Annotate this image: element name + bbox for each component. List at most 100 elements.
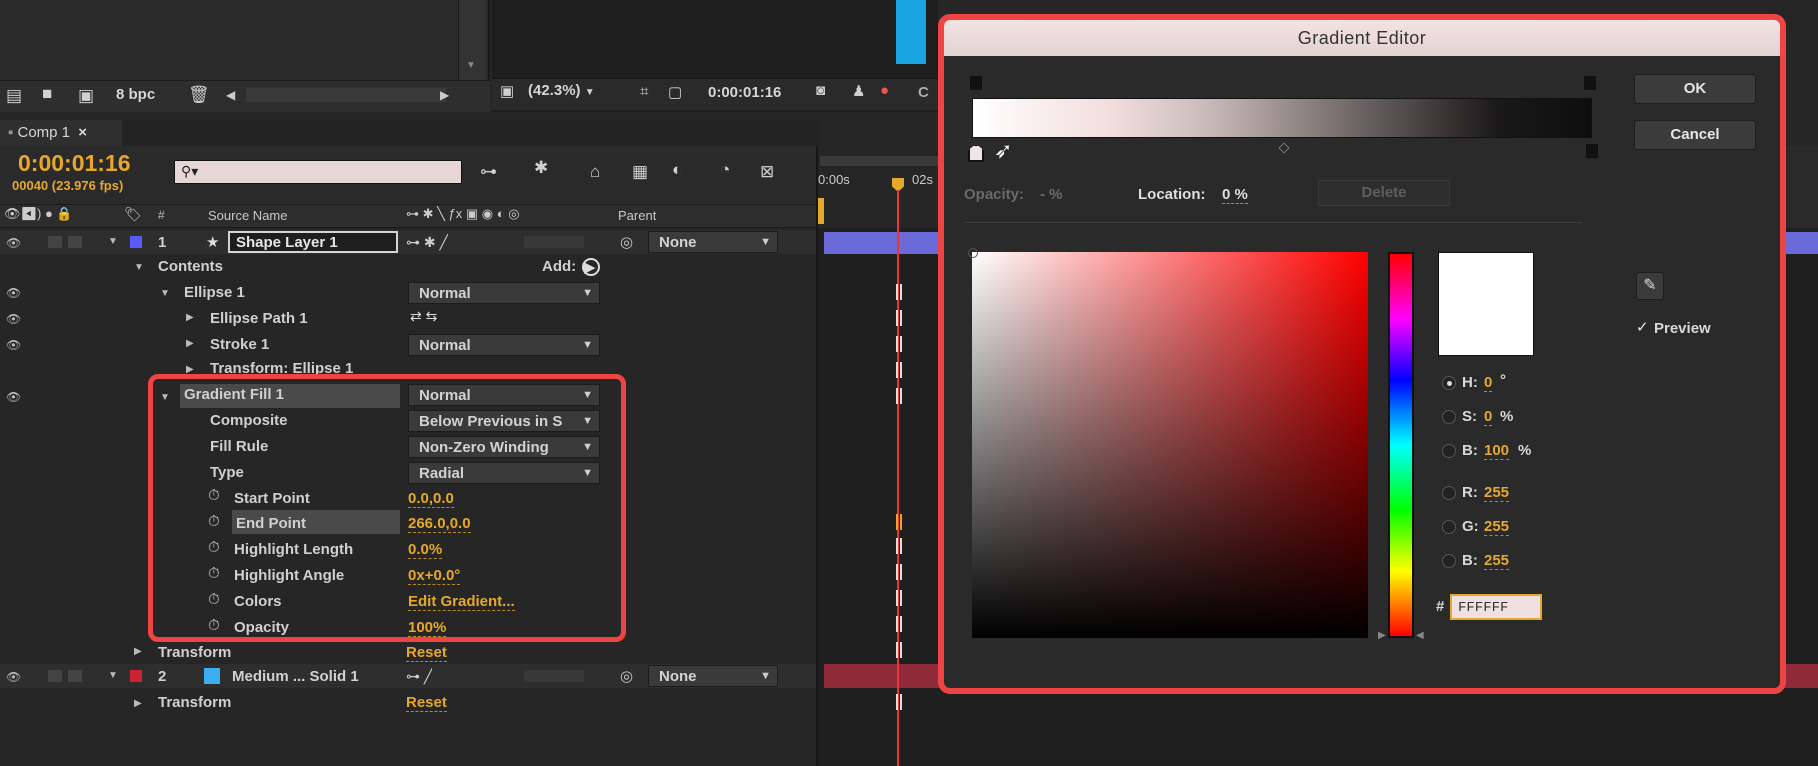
layer2-parent-dropdown[interactable]: None▼ (648, 665, 778, 687)
channel-icon[interactable]: ● (880, 82, 889, 99)
layer2-eye-icon[interactable]: 👁 (6, 670, 24, 682)
hue-slider[interactable] (1388, 252, 1414, 638)
transform2-expand-icon[interactable]: ▶ (134, 698, 142, 709)
radio-b[interactable] (1442, 444, 1456, 458)
ok-button[interactable]: OK (1634, 74, 1756, 104)
keyframe-marker[interactable] (896, 694, 902, 710)
hex-input[interactable]: FFFFFF (1450, 594, 1542, 620)
show-snapshot-icon[interactable]: ♟ (852, 82, 865, 100)
stroke-expand-icon[interactable]: ▶ (186, 338, 194, 349)
layer1-duration-bar[interactable] (824, 232, 944, 254)
shy-layers-icon[interactable]: ⌂ (590, 162, 600, 182)
hue-slider-arrow-right[interactable]: ◀ (1416, 630, 1424, 641)
pickwhip-icon[interactable]: ◎ (620, 233, 633, 251)
layer2-label-color[interactable] (130, 670, 142, 682)
path-direction-icons[interactable]: ⇄ ⇆ (410, 308, 437, 325)
b2-value[interactable]: 255 (1484, 552, 1509, 570)
layer1-parent-dropdown[interactable]: None▼ (648, 231, 778, 253)
keyframe-marker[interactable] (896, 538, 902, 554)
keyframe-marker[interactable] (896, 336, 902, 352)
solo-box[interactable] (48, 236, 62, 248)
scroll-left-icon[interactable]: ◀ (226, 88, 235, 102)
layer2-pickwhip-icon[interactable]: ◎ (620, 667, 633, 685)
lock-box[interactable] (68, 236, 82, 248)
opacity-stop-left[interactable] (970, 76, 982, 90)
radio-s[interactable] (1442, 410, 1456, 424)
interpret-footage-icon[interactable]: ▤ (6, 86, 22, 106)
layer1-duration-bar-right[interactable] (1786, 232, 1818, 254)
video-eye-icon[interactable]: 👁 (6, 236, 24, 248)
current-time[interactable]: 0:00:01:16 (18, 150, 131, 177)
ellipse1-blend-dropdown[interactable]: Normal▼ (408, 282, 600, 304)
cancel-button[interactable]: Cancel (1634, 120, 1756, 150)
keyframe-marker[interactable] (896, 616, 902, 632)
b-value[interactable]: 100 (1484, 442, 1509, 460)
motion-blur-icon[interactable]: ◐ (672, 160, 682, 180)
s-value[interactable]: 0 (1484, 408, 1492, 426)
tab-menu-icon[interactable]: ▪ (8, 124, 18, 141)
radio-b2[interactable] (1442, 554, 1456, 568)
scroll-right-icon[interactable]: ▶ (440, 88, 449, 102)
radio-r[interactable] (1442, 486, 1456, 500)
close-icon[interactable]: × (78, 124, 87, 141)
scroll-down-arrow[interactable]: ▼ (466, 60, 476, 71)
color-field-picker-circle[interactable] (968, 248, 978, 258)
keyframe-marker[interactable] (896, 564, 902, 580)
layer1-expand-icon[interactable]: ▼ (108, 236, 118, 247)
keyframe-marker[interactable] (896, 284, 902, 300)
stroke1-blend-dropdown[interactable]: Normal▼ (408, 334, 600, 356)
comp-mini-flowchart-icon[interactable]: ⊶ (480, 162, 497, 182)
transform-expand-icon[interactable]: ▶ (134, 646, 142, 657)
midpoint-diamond[interactable] (1278, 142, 1289, 153)
always-preview-icon[interactable]: ▣ (500, 82, 514, 100)
transform-reset-link[interactable]: Reset (406, 644, 447, 662)
region-of-interest-icon[interactable]: ⌗ (640, 83, 648, 100)
snapshot-icon[interactable]: ◙ (816, 82, 825, 99)
layer1-switch-boxes[interactable] (524, 236, 584, 248)
delete-button[interactable]: Delete (1318, 180, 1450, 206)
layer1-name-field[interactable]: Shape Layer 1 (228, 231, 398, 253)
zoom-dropdown[interactable]: (42.3%) ▼ (528, 82, 595, 99)
preview-label[interactable]: Preview (1654, 320, 1711, 337)
opacity-stop-right[interactable] (1584, 76, 1596, 90)
color-stop-left-selected[interactable] (968, 144, 984, 162)
layer2-solo-box[interactable] (48, 670, 62, 682)
g-value[interactable]: 255 (1484, 518, 1509, 536)
layer2-expand-icon[interactable]: ▼ (108, 670, 118, 681)
layer1-label-color[interactable] (130, 236, 142, 248)
draft-3d-icon[interactable]: ✱ (534, 158, 548, 178)
current-time-indicator-line[interactable] (897, 190, 899, 766)
gradient-ramp[interactable] (972, 98, 1592, 138)
h-value[interactable]: 0 (1484, 374, 1492, 392)
keyframe-marker[interactable] (896, 388, 902, 404)
layer2-switches-icons[interactable]: ⊶ ╱ (406, 668, 432, 685)
trash-icon[interactable]: 🗑 (188, 85, 210, 105)
color-stop-right[interactable] (1586, 144, 1598, 158)
contents-expand-icon[interactable]: ▼ (134, 262, 144, 273)
brainstorm-icon[interactable]: ⊠ (760, 162, 774, 182)
r-value[interactable]: 255 (1484, 484, 1509, 502)
saturation-brightness-field[interactable] (972, 252, 1368, 638)
radio-g[interactable] (1442, 520, 1456, 534)
search-input[interactable]: ⚲▾ (174, 160, 462, 184)
hue-slider-arrow-left[interactable]: ▶ (1378, 630, 1386, 641)
stroke-eye-icon[interactable]: 👁 (6, 338, 24, 350)
keyframe-marker-active[interactable] (896, 514, 902, 530)
gradient-fill-eye-icon[interactable]: 👁 (6, 390, 24, 402)
viewer-timecode[interactable]: 0:00:01:16 (708, 84, 781, 101)
new-folder-icon[interactable]: ■ (42, 84, 52, 104)
new-comp-icon[interactable]: ▣ (78, 86, 94, 106)
keyframe-marker[interactable] (896, 590, 902, 606)
comp-marker-orange[interactable] (818, 198, 824, 224)
ellipse-path-expand-icon[interactable]: ▶ (186, 312, 194, 323)
transform2-reset-link[interactable]: Reset (406, 694, 447, 712)
source-name-header[interactable]: Source Name (208, 208, 287, 223)
keyframe-marker[interactable] (896, 642, 902, 658)
ellipse1-eye-icon[interactable]: 👁 (6, 286, 24, 298)
layer1-switches-icons[interactable]: ⊶ ✱ ╱ (406, 234, 448, 251)
opacity-field[interactable]: - % (1040, 186, 1063, 203)
frame-blending-icon[interactable]: ▦ (632, 162, 648, 182)
bpc-label[interactable]: 8 bpc (116, 86, 155, 103)
keyframe-marker[interactable] (896, 362, 902, 378)
eyedropper-button[interactable]: ✎ (1636, 272, 1664, 300)
